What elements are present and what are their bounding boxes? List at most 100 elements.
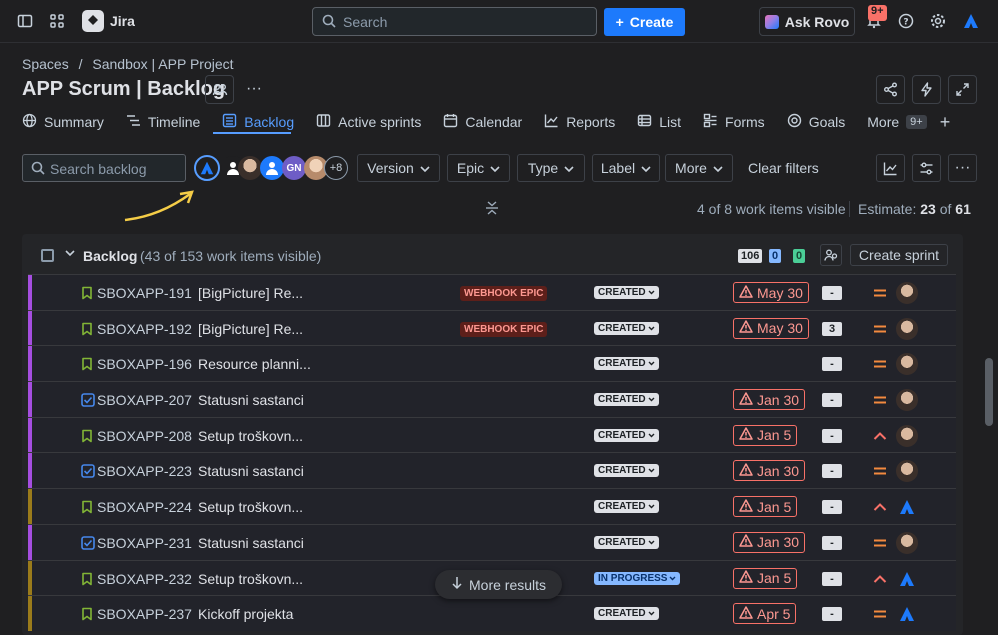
backlog-row[interactable]: SBOXAPP-207 Statusni sastanci CREATED Jan 3… (28, 381, 956, 417)
more-results-button[interactable]: More results (435, 570, 563, 599)
story-points-estimate[interactable]: 3 (822, 321, 842, 336)
work-item-summary[interactable]: [BigPicture] Re... (198, 321, 303, 337)
work-item-summary[interactable]: Setup troškovn... (198, 499, 303, 515)
assignee-avatar[interactable] (896, 603, 918, 625)
assignee-avatar[interactable] (896, 424, 918, 447)
story-points-estimate[interactable]: - (822, 535, 842, 550)
atlassian-profile-icon[interactable] (961, 11, 981, 31)
priority-medium-icon[interactable] (873, 286, 887, 300)
epic-badge[interactable]: WEBHOOK EPIC (460, 286, 548, 301)
priority-high-icon[interactable] (873, 429, 887, 443)
backlog-row[interactable]: SBOXAPP-237 Kickoff projekta CREATED Apr 5 - (28, 595, 956, 631)
breadcrumb-spaces[interactable]: Spaces (22, 56, 69, 72)
more-options-icon[interactable]: ··· (948, 154, 977, 182)
tab-goals[interactable]: Goals (787, 111, 845, 133)
group-members-icon[interactable] (820, 244, 842, 266)
select-all-checkbox[interactable] (41, 249, 54, 262)
backlog-row[interactable]: SBOXAPP-224 Setup troškovn... CREATED Jan 5… (28, 488, 956, 524)
work-item-key[interactable]: SBOXAPP-237 (97, 606, 192, 622)
tab-calendar[interactable]: Calendar (443, 111, 522, 133)
assignee-avatar[interactable] (896, 460, 918, 483)
assignee-avatar[interactable] (896, 353, 918, 376)
due-date-lozenge[interactable]: Jan 5 (733, 424, 798, 446)
status-dropdown[interactable]: CREATED (594, 393, 659, 407)
priority-medium-icon[interactable] (873, 607, 887, 621)
due-date-lozenge[interactable]: Jan 30 (733, 531, 806, 553)
assignee-avatar[interactable] (896, 389, 918, 412)
more-actions-icon[interactable]: ··· (246, 80, 262, 98)
avatar-more-count[interactable]: +8 (324, 156, 348, 180)
work-item-summary[interactable]: Statusni sastanci (198, 535, 304, 551)
sidebar-toggle-icon[interactable] (15, 11, 35, 31)
type-filter-button[interactable]: Type (517, 154, 585, 182)
avatar-filter-initials[interactable]: GN (282, 156, 306, 180)
clear-filters-button[interactable]: Clear filters (748, 160, 819, 176)
priority-high-icon[interactable] (873, 572, 887, 586)
tab-forms[interactable]: Forms (703, 111, 765, 133)
due-date-lozenge[interactable]: Jan 30 (733, 389, 806, 411)
status-dropdown[interactable]: CREATED (594, 607, 659, 621)
epic-badge[interactable]: WEBHOOK EPIC (460, 321, 548, 337)
chevron-down-icon[interactable] (64, 246, 76, 262)
status-dropdown[interactable]: CREATED (594, 500, 659, 514)
tab-list[interactable]: List (637, 111, 681, 133)
work-item-key[interactable]: SBOXAPP-232 (97, 571, 192, 587)
story-points-estimate[interactable]: - (822, 286, 842, 300)
work-item-key[interactable]: SBOXAPP-192 (97, 321, 192, 337)
view-settings-icon[interactable] (912, 154, 941, 182)
version-filter-button[interactable]: Version (357, 154, 440, 182)
insights-chart-icon[interactable] (876, 154, 905, 182)
tab-reports[interactable]: Reports (544, 111, 615, 133)
due-date-lozenge[interactable]: May 30 (733, 317, 809, 339)
story-points-estimate[interactable]: - (822, 357, 842, 372)
backlog-row[interactable]: SBOXAPP-191 [BigPicture] Re... WEBHOOK EPI… (28, 274, 956, 310)
app-name[interactable]: Jira (110, 13, 135, 29)
work-item-summary[interactable]: Statusni sastanci (198, 392, 304, 408)
work-item-summary[interactable]: [BigPicture] Re... (198, 285, 303, 301)
priority-medium-icon[interactable] (873, 536, 887, 550)
due-date-lozenge[interactable]: Jan 30 (733, 460, 806, 482)
work-item-key[interactable]: SBOXAPP-231 (97, 535, 192, 551)
avatar-filter-user[interactable] (260, 156, 284, 180)
collapse-expand-icon[interactable] (484, 200, 500, 219)
status-dropdown[interactable]: CREATED (594, 286, 659, 299)
tab-active-sprints[interactable]: Active sprints (316, 111, 421, 133)
tab-more[interactable]: More 9+ + (867, 111, 950, 133)
assignee-avatar[interactable] (896, 568, 918, 590)
story-points-estimate[interactable]: - (822, 428, 842, 443)
backlog-row[interactable]: SBOXAPP-223 Statusni sastanci CREATED Jan 3… (28, 452, 956, 489)
ask-rovo-button[interactable]: Ask Rovo (759, 7, 855, 36)
story-points-estimate[interactable]: - (822, 464, 842, 479)
avatar-filter-photo[interactable] (238, 156, 262, 180)
priority-medium-icon[interactable] (873, 393, 887, 407)
status-dropdown[interactable]: CREATED (594, 321, 659, 335)
backlog-row[interactable]: SBOXAPP-231 Statusni sastanci CREATED Jan 3… (28, 523, 956, 560)
work-item-key[interactable]: SBOXAPP-223 (97, 463, 192, 479)
label-filter-button[interactable]: Label (592, 154, 660, 182)
priority-medium-icon[interactable] (873, 464, 887, 478)
share-icon[interactable] (876, 75, 905, 104)
help-icon[interactable]: ? (896, 11, 916, 31)
global-search-input[interactable]: Search (312, 7, 597, 36)
create-sprint-button[interactable]: Create sprint (850, 244, 948, 266)
work-item-key[interactable]: SBOXAPP-207 (97, 392, 192, 408)
search-backlog-input[interactable]: Search backlog (22, 154, 186, 182)
story-points-estimate[interactable]: - (822, 571, 842, 586)
app-switcher-icon[interactable] (47, 11, 67, 31)
create-button[interactable]: + Create (604, 8, 685, 36)
priority-medium-icon[interactable] (873, 322, 887, 336)
backlog-row[interactable]: SBOXAPP-196 Resource planni... CREATED - (28, 345, 956, 382)
assignee-avatar[interactable] (896, 282, 918, 304)
priority-high-icon[interactable] (873, 500, 887, 514)
priority-medium-icon[interactable] (873, 357, 887, 371)
due-date-lozenge[interactable]: Apr 5 (733, 603, 797, 625)
assignee-avatar[interactable] (896, 531, 918, 554)
work-item-summary[interactable]: Setup troškovn... (198, 428, 303, 444)
fullscreen-expand-icon[interactable] (948, 75, 977, 104)
story-points-estimate[interactable]: - (822, 393, 842, 408)
assignee-avatar[interactable] (896, 496, 918, 518)
work-item-summary[interactable]: Setup troškovn... (198, 571, 303, 587)
jira-logo-icon[interactable] (82, 10, 104, 32)
story-points-estimate[interactable]: - (822, 500, 842, 515)
tab-backlog[interactable]: Backlog (222, 111, 294, 133)
